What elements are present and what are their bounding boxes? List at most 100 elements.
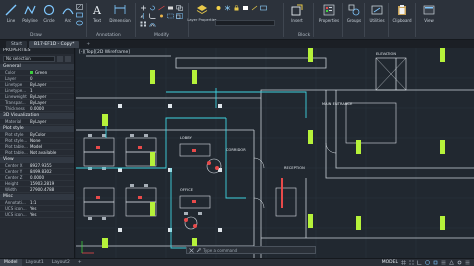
ortho-icon[interactable] bbox=[417, 260, 422, 265]
workspace-gear-icon[interactable] bbox=[457, 260, 462, 265]
snap-icon[interactable] bbox=[409, 260, 414, 265]
circle-tool[interactable]: Circle bbox=[40, 2, 58, 28]
property-value[interactable]: 1:1 bbox=[30, 200, 74, 205]
view-tool[interactable]: View bbox=[420, 2, 438, 28]
layer-isolate-icon[interactable] bbox=[260, 5, 267, 11]
new-tab-button[interactable]: + bbox=[81, 41, 95, 48]
annotation-panel-label[interactable]: Annotation bbox=[96, 33, 121, 38]
property-value[interactable]: ByLayer bbox=[30, 82, 74, 87]
stretch-icon[interactable] bbox=[167, 13, 174, 19]
property-row[interactable]: Thickness 0.0000 bbox=[0, 106, 74, 112]
properties-panel-tools: Properties bbox=[318, 2, 341, 39]
layer-on-icon[interactable] bbox=[215, 5, 222, 11]
tab-start[interactable]: Start bbox=[6, 41, 27, 48]
property-value[interactable]: None bbox=[30, 138, 74, 143]
text-tool[interactable]: A Text bbox=[88, 2, 106, 28]
property-value-text: 1 bbox=[30, 88, 33, 93]
property-value-text: 27900.4788 bbox=[30, 187, 55, 192]
property-value[interactable]: Model bbox=[30, 144, 74, 149]
clipboard-tool[interactable]: Clipboard bbox=[391, 2, 413, 28]
property-value[interactable]: 0.0000 bbox=[30, 106, 74, 111]
dimension-tool[interactable]: Dimension bbox=[107, 2, 133, 28]
modify-panel-label[interactable]: Modify bbox=[154, 33, 169, 38]
insert-tool[interactable]: Insert bbox=[288, 2, 306, 28]
model-space-toggle[interactable]: MODEL bbox=[382, 260, 398, 265]
property-value[interactable]: 0.0000 bbox=[30, 175, 74, 180]
line-tool[interactable]: Line bbox=[2, 2, 20, 28]
copy-icon[interactable] bbox=[176, 5, 183, 11]
property-value[interactable]: 8499.8302 bbox=[30, 169, 74, 174]
property-value[interactable]: 0 bbox=[30, 76, 74, 81]
layer-dropdown[interactable] bbox=[215, 20, 275, 26]
arc-tool[interactable]: Arc bbox=[59, 2, 77, 28]
tab-active-drawing[interactable]: B17-EF1D - Copy* bbox=[29, 41, 80, 48]
polar-icon[interactable] bbox=[425, 260, 430, 265]
viewport-controls[interactable]: [-][Top][2D Wireframe] bbox=[79, 50, 130, 55]
layer-lock-icon[interactable] bbox=[233, 5, 240, 11]
groups-tool[interactable]: Groups bbox=[345, 2, 363, 28]
layer-properties-tool[interactable]: Layer Properties bbox=[187, 2, 217, 28]
polyline-tool[interactable]: Polyline bbox=[21, 2, 39, 28]
tab-model[interactable]: Model bbox=[0, 259, 22, 266]
explode-icon[interactable] bbox=[158, 13, 165, 19]
drawing-canvas[interactable]: [-][Top][2D Wireframe] MAIN ENTRANCE REC… bbox=[76, 48, 474, 258]
property-row[interactable]: Material ByLayer bbox=[0, 119, 74, 125]
property-value[interactable]: Yes bbox=[30, 212, 74, 217]
grid-icon[interactable] bbox=[401, 260, 406, 265]
property-row[interactable]: Plot table... Not available bbox=[0, 150, 74, 156]
rotate-icon[interactable] bbox=[149, 5, 156, 11]
array-icon[interactable] bbox=[140, 21, 147, 27]
property-value[interactable]: 1 bbox=[30, 88, 74, 93]
close-icon[interactable] bbox=[189, 247, 194, 253]
property-value[interactable]: 8927.9355 bbox=[30, 163, 74, 168]
property-row[interactable]: UCS icon... Yes bbox=[0, 212, 74, 218]
trim-icon[interactable] bbox=[158, 5, 165, 11]
customize-menu-icon[interactable] bbox=[465, 260, 470, 265]
ribbon-separator bbox=[135, 3, 136, 37]
floor-plan[interactable] bbox=[76, 48, 474, 258]
wrench-icon[interactable] bbox=[196, 247, 201, 253]
layer-color-icon[interactable] bbox=[242, 5, 249, 11]
label-reception: RECEPTION bbox=[284, 166, 305, 170]
property-value[interactable]: Yes bbox=[30, 206, 74, 211]
property-value[interactable]: ByColor bbox=[30, 132, 74, 137]
selection-dropdown[interactable]: No selection bbox=[3, 56, 55, 62]
command-line[interactable]: Type a command bbox=[186, 246, 316, 254]
hatch-icon[interactable] bbox=[76, 4, 83, 10]
layer-freeze-icon[interactable] bbox=[224, 5, 231, 11]
erase-icon[interactable] bbox=[167, 5, 174, 11]
property-value[interactable]: Green bbox=[30, 70, 74, 75]
status-toggles: MODEL bbox=[382, 260, 474, 265]
property-value[interactable]: ByLayer bbox=[30, 94, 74, 99]
draw-panel-label[interactable]: Draw bbox=[30, 33, 42, 38]
lineweight-icon[interactable] bbox=[441, 260, 446, 265]
fillet-icon[interactable] bbox=[149, 13, 156, 19]
property-value-text: Model bbox=[30, 144, 43, 149]
rectangle-icon[interactable] bbox=[76, 12, 83, 18]
ellipse-icon[interactable] bbox=[76, 20, 83, 26]
annotation-scale-icon[interactable] bbox=[449, 260, 454, 265]
property-value[interactable]: ByLayer bbox=[30, 119, 74, 124]
add-layout-button[interactable]: + bbox=[74, 259, 86, 266]
property-value[interactable]: 27900.4788 bbox=[30, 187, 74, 192]
mirror-icon[interactable] bbox=[140, 13, 147, 19]
property-value[interactable]: 15903.2819 bbox=[30, 181, 74, 186]
property-value[interactable]: Not available bbox=[30, 150, 74, 155]
tab-layout1[interactable]: Layout1 bbox=[22, 259, 48, 266]
insert-block-icon bbox=[291, 4, 303, 16]
block-panel-label[interactable]: Block bbox=[298, 33, 310, 38]
offset-icon[interactable] bbox=[149, 21, 156, 27]
properties-tool[interactable]: Properties bbox=[318, 2, 340, 28]
utilities-tool[interactable]: Utilities bbox=[367, 2, 387, 28]
quick-select-button[interactable] bbox=[65, 56, 71, 62]
move-icon[interactable] bbox=[140, 5, 147, 11]
scale-icon[interactable] bbox=[176, 13, 183, 19]
tab-layout2[interactable]: Layout2 bbox=[48, 259, 74, 266]
layer-match-icon[interactable] bbox=[251, 5, 258, 11]
property-row[interactable]: Width 27900.4788 bbox=[0, 187, 74, 193]
command-input[interactable]: Type a command bbox=[203, 248, 237, 253]
property-value[interactable]: ByLayer bbox=[30, 100, 74, 105]
osnap-icon[interactable] bbox=[433, 260, 438, 265]
select-objects-button[interactable] bbox=[57, 56, 63, 62]
properties-title: PROPERTIES bbox=[0, 48, 74, 54]
